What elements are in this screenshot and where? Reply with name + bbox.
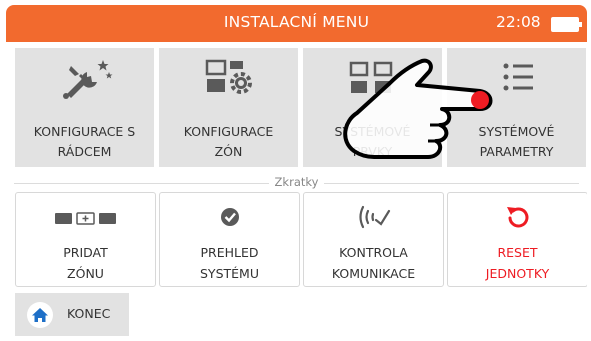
shortcut-label-line2: ZÓNU bbox=[67, 266, 104, 281]
tile-label-line2: RÁDCEM bbox=[57, 144, 112, 159]
shortcut-label-line2: KOMUNIKACE bbox=[331, 266, 416, 281]
shortcut-label-line1: RESET bbox=[497, 245, 538, 260]
reset-unit-button[interactable]: RESET JEDNOTKY bbox=[447, 192, 587, 287]
clock: 22:08 bbox=[496, 13, 541, 31]
wizard-config-button[interactable]: KONFIGURACE S RÁDCEM bbox=[15, 48, 154, 167]
shortcut-label-line2: JEDNOTKY bbox=[485, 266, 550, 281]
check-icon bbox=[160, 204, 299, 230]
communication-check-button[interactable]: KONTROLA KOMUNIKACE bbox=[303, 192, 444, 287]
battery-icon bbox=[551, 17, 582, 32]
signal-icon bbox=[304, 203, 443, 231]
shortcut-label-line2: SYSTÉMU bbox=[200, 266, 259, 281]
shortcut-label-line1: PRIDAT bbox=[63, 245, 108, 260]
reset-icon bbox=[448, 203, 587, 231]
zone-config-button[interactable]: KONFIGURACE ZÓN bbox=[159, 48, 298, 167]
zone-config-icon bbox=[159, 56, 298, 100]
tile-label-line1: KONFIGURACE S bbox=[33, 124, 136, 139]
system-overview-button[interactable]: PREHLED SYSTÉMU bbox=[159, 192, 300, 287]
shortcuts-label: Zkratky bbox=[268, 175, 325, 189]
screen: INSTALACNÍ MENU 22:08 KONFIGURACE S RÁDC… bbox=[6, 5, 587, 341]
end-button[interactable]: KONEC bbox=[15, 293, 129, 336]
shortcut-label-line1: KONTROLA bbox=[339, 245, 408, 260]
pointing-hand-icon bbox=[302, 43, 502, 161]
tile-label-line1: KONFIGURACE bbox=[183, 124, 274, 139]
tile-label-line2: ZÓN bbox=[214, 144, 243, 159]
shortcut-label-line1: PREHLED bbox=[200, 245, 259, 260]
home-icon bbox=[27, 302, 53, 328]
end-button-label: KONEC bbox=[67, 306, 111, 321]
add-zone-button[interactable]: PRIDAT ZÓNU bbox=[15, 192, 156, 287]
tools-icon bbox=[15, 56, 154, 100]
add-zone-icon bbox=[16, 205, 155, 231]
header-bar: INSTALACNÍ MENU 22:08 bbox=[6, 5, 587, 42]
